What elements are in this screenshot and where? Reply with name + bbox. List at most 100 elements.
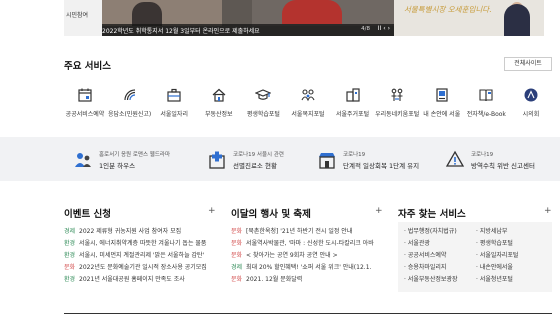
news-slider[interactable]: 2022학년도 취학통지서 12월 3일부터 온라인으로 제출하세요 4/8 I… <box>102 0 394 36</box>
item-text: < 찾아가는 공연 9회차 공연 안내 > <box>246 252 338 259</box>
service-reservation[interactable]: 공공서비스예약 <box>64 86 106 126</box>
events-title: 이벤트 신청 <box>64 209 112 220</box>
section-divider <box>64 313 552 314</box>
list-item[interactable]: 환경 2021년 서울대공원 홈페이지 만족도 조사 <box>64 274 216 286</box>
list-item[interactable]: 환경 서울시, 에너지취약계층 따뜻한 겨울나기 돕는 물품 <box>64 238 216 250</box>
service-council[interactable]: 시의회 <box>510 86 552 126</box>
list-item[interactable]: 문화 서울역사박물관, '마마 : 신성한 도시-타칼리크 아바 <box>231 238 383 250</box>
prev-slide-button[interactable]: ‹ <box>383 25 385 32</box>
item-tag: 환경 <box>64 252 76 259</box>
list-item[interactable]: 문화 [북촌한옥청] '21년 하반기 전시 일정 안내 <box>231 226 383 238</box>
service-label: 전자책/e-Book <box>466 111 506 118</box>
item-text: 서울시, 미세먼지 계절관리제 '맑은 서울하늘 감탄' <box>79 252 205 259</box>
pause-button[interactable]: II <box>378 25 382 32</box>
service-welfare[interactable]: 서울복지포털 <box>287 86 329 126</box>
faq-link[interactable]: · 서울일자리포털 <box>476 250 518 262</box>
shows-more-button[interactable]: + <box>375 206 383 216</box>
service-realestate[interactable]: 부동산정보 <box>198 86 240 126</box>
item-text: 2021. 12월 문화달력 <box>246 276 303 283</box>
book-icon <box>477 86 495 104</box>
kids-icon <box>388 86 406 104</box>
slide-person <box>282 0 342 24</box>
service-ebook[interactable]: 전자책/e-Book <box>465 86 507 126</box>
list-item[interactable]: 경제 2022 제류형 귀농지원 사업 참여자 모집 <box>64 226 216 238</box>
faq-link[interactable]: · 승용차마일리지 <box>404 262 458 274</box>
main-services-list: 공공서비스예약 응답소(민원신고) 서울일자리 부동산정보 평생학습포털 서울복… <box>64 86 552 126</box>
faq-more-button[interactable]: + <box>544 206 552 216</box>
list-item[interactable]: 경제 최대 20% 할인혜택! '쇼퍼 서울 위크' 안내(12.1. <box>231 262 383 274</box>
faq-link[interactable]: · 지방세납부 <box>476 226 518 238</box>
next-slide-button[interactable]: › <box>388 25 390 32</box>
quick-banner-panel: 홈로서기 응원 로맨스 웹드라마 1인분 하우스 코로나19 서울시 관련 선별… <box>0 137 560 181</box>
item-text: [북촌한옥청] '21년 하반기 전시 일정 안내 <box>246 228 353 235</box>
slide-caption[interactable]: 2022학년도 취학통지서 12월 3일부터 온라인으로 제출하세요 <box>102 26 260 35</box>
list-item[interactable]: 문화 2021. 12월 문화달력 <box>231 274 383 286</box>
item-tag: 문화 <box>231 240 243 247</box>
people-icon <box>72 149 94 171</box>
quick-card-clinics[interactable]: 코로나19 서울시 관련 선별진료소 현황 <box>206 147 284 173</box>
warning-people-icon <box>444 149 466 171</box>
top-banner: 시민참여 2022학년도 취학통지서 12월 3일부터 온라인으로 제출하세요 … <box>0 0 560 40</box>
quick-card-recovery[interactable]: 코로나19 단계적 일상회복 1단계 유지 <box>316 147 419 173</box>
events-list: 경제 2022 제류형 귀농지원 사업 참여자 모집 환경 서울시, 에너지취약계층… <box>64 226 216 286</box>
slide-caption-bar: 2022학년도 취학통지서 12월 3일부터 온라인으로 제출하세요 4/8 I… <box>102 24 394 36</box>
faq-link[interactable]: · 서울부동산정보광장 <box>404 274 458 286</box>
slide-page-counter: 4/8 <box>361 26 370 32</box>
item-tag: 환경 <box>64 276 76 283</box>
faq-link[interactable]: · 내손안에서울 <box>476 262 518 274</box>
quick-card-drama[interactable]: 홈로서기 응원 로맨스 웹드라마 1인분 하우스 <box>72 147 170 173</box>
events-more-button[interactable]: + <box>208 206 216 216</box>
quick-card-report[interactable]: 코로나19 방역수칙 위반 신고센터 <box>444 147 535 173</box>
quick-card-line2: 선별진료소 현황 <box>233 162 277 170</box>
council-icon <box>522 86 540 104</box>
faq-link[interactable]: · 서울관광 <box>404 238 458 250</box>
list-item[interactable]: 문화 2022년도 문화예술기관 일시적 장소사용 공기모집 <box>64 262 216 274</box>
faq-link[interactable]: · 공공서비스예약 <box>404 250 458 262</box>
shows-title: 이달의 행사 및 축제 <box>231 209 311 220</box>
faq-link[interactable]: · 법무행정(자치법규) <box>404 226 458 238</box>
faq-services-title: 자주 찾는 서비스 <box>398 209 466 220</box>
service-kium[interactable]: 우리동네키움포털 <box>375 86 420 126</box>
mobile-icon <box>433 86 451 104</box>
quick-card-line2: 방역수칙 위반 신고센터 <box>471 162 535 170</box>
briefcase-icon <box>165 86 183 104</box>
all-sites-button[interactable]: 전체사이트 <box>504 57 552 71</box>
service-label: 서울일자리 <box>160 111 188 118</box>
service-learning[interactable]: 평생학습포털 <box>242 86 284 126</box>
service-jobs[interactable]: 서울일자리 <box>153 86 195 126</box>
service-label: 우리동네키움포털 <box>375 111 420 118</box>
service-label: 응답소(민원신고) <box>107 111 152 118</box>
service-label: 시의회 <box>522 111 540 118</box>
list-item[interactable]: 문화 < 찾아가는 공연 9회차 공연 안내 > <box>231 250 383 262</box>
item-tag: 경제 <box>231 264 243 271</box>
item-tag: 문화 <box>231 228 243 235</box>
faq-link[interactable]: · 서울청년포털 <box>476 274 518 286</box>
faq-services-left: · 법무행정(자치법규) · 서울관광 · 공공서비스예약 · 승용차마일리지 … <box>404 226 458 286</box>
service-label: 평생학습포털 <box>246 111 280 118</box>
service-eungdapso[interactable]: 응답소(민원신고) <box>107 86 152 126</box>
house-icon <box>210 86 228 104</box>
service-mseoul[interactable]: 내 손안에 서울 <box>421 86 463 126</box>
slide-photo-left <box>102 0 222 26</box>
quick-card-line2: 1인분 하우스 <box>99 162 136 170</box>
item-tag: 환경 <box>64 240 76 247</box>
quick-card-line1: 코로나19 <box>471 152 494 158</box>
mayor-banner[interactable]: 서울특별시장 오세훈입니다. <box>394 0 544 36</box>
item-tag: 문화 <box>64 264 76 271</box>
item-tag: 문화 <box>231 276 243 283</box>
item-tag: 경제 <box>64 228 76 235</box>
service-label: 내 손안에 서울 <box>423 111 461 118</box>
service-housing[interactable]: 서울주거포털 <box>332 86 374 126</box>
quick-card-line1: 코로나19 <box>343 152 366 158</box>
service-label: 부동산정보 <box>204 111 233 118</box>
calendar-icon <box>76 86 94 104</box>
shows-list: 문화 [북촌한옥청] '21년 하반기 전시 일정 안내 문화 서울역사박물관, '… <box>231 226 383 286</box>
slide-controls: II ‹ › <box>378 25 390 32</box>
faq-link[interactable]: · 평생학습포털 <box>476 238 518 250</box>
quick-card-line1: 코로나19 서울시 관련 <box>233 152 284 158</box>
citizen-banner[interactable]: 시민참여 <box>64 0 102 36</box>
service-label: 서울복지포털 <box>291 111 325 118</box>
list-item[interactable]: 환경 서울시, 미세먼지 계절관리제 '맑은 서울하늘 감탄' <box>64 250 216 262</box>
slide-person <box>132 2 162 26</box>
citizen-banner-label: 시민참여 <box>66 12 89 19</box>
